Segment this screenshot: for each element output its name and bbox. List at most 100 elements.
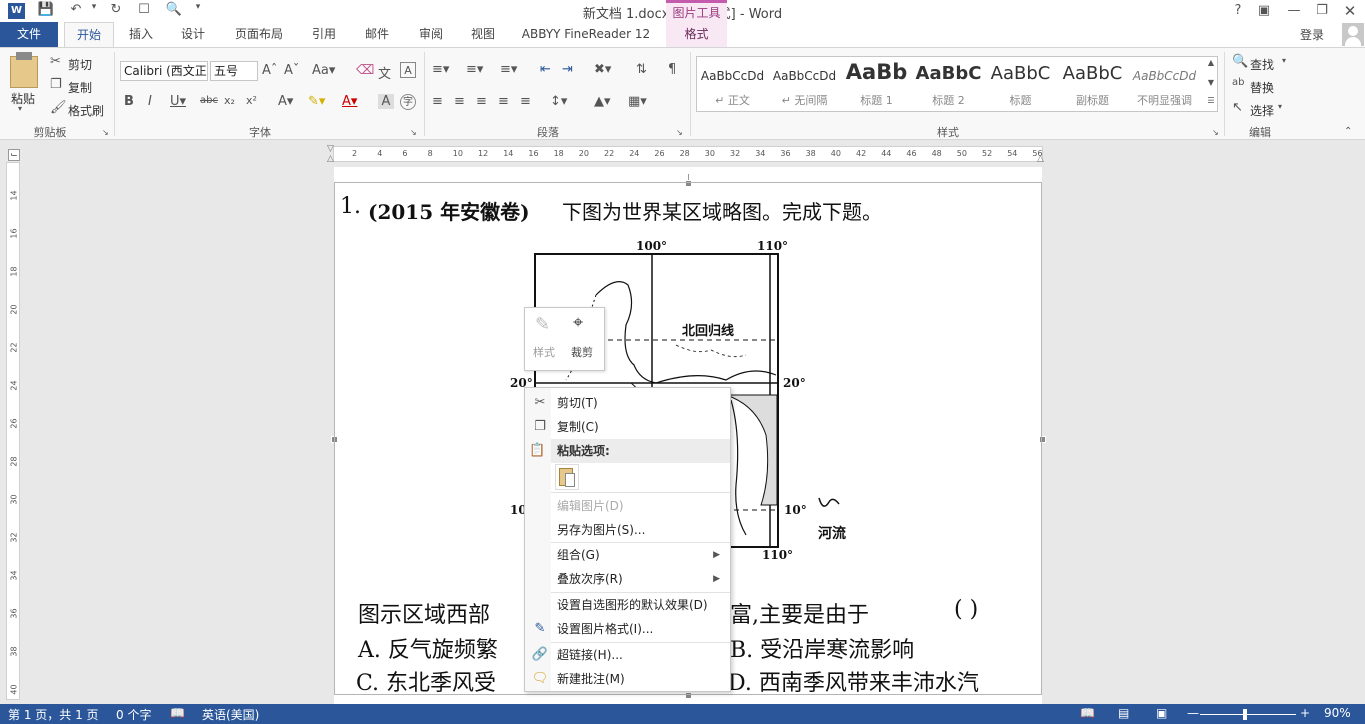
increase-indent-icon[interactable]: ⇥ bbox=[562, 62, 573, 77]
sort-icon[interactable]: ⇅ bbox=[636, 62, 647, 77]
sign-in-link[interactable]: 登录 bbox=[1300, 26, 1324, 43]
tab-view[interactable]: 视图 bbox=[460, 22, 506, 47]
menu-item-save-as-picture[interactable]: 另存为图片(S)... bbox=[525, 518, 730, 542]
find-icon[interactable]: 🔍 bbox=[1232, 54, 1248, 69]
copy-icon[interactable]: ❐ bbox=[50, 77, 62, 92]
align-left-icon[interactable]: ≡ bbox=[432, 94, 443, 109]
select-icon[interactable]: ↖ bbox=[1232, 100, 1243, 115]
highlight-icon[interactable]: ✎▾ bbox=[308, 94, 325, 109]
strikethrough-icon[interactable]: abc bbox=[200, 95, 218, 106]
menu-item-group[interactable]: 组合(G) ▶ bbox=[525, 543, 730, 567]
zoom-slider-thumb[interactable] bbox=[1243, 709, 1248, 720]
bullets-icon[interactable]: ≡▾ bbox=[432, 62, 449, 77]
menu-item-format-picture[interactable]: ✎ 设置图片格式(I)... bbox=[525, 617, 730, 641]
phonetic-guide-icon[interactable]: 文 bbox=[378, 63, 391, 82]
select-dropdown-icon[interactable]: ▾ bbox=[1278, 102, 1282, 111]
distributed-icon[interactable]: ≡ bbox=[520, 94, 531, 109]
cut-icon[interactable]: ✂ bbox=[50, 54, 61, 69]
tab-mailings[interactable]: 邮件 bbox=[354, 22, 400, 47]
collapse-ribbon-icon[interactable]: ⌃ bbox=[1344, 126, 1352, 137]
format-painter-button[interactable]: 格式刷 bbox=[68, 102, 104, 119]
style-no-spacing[interactable]: AaBbCcDd ↵ 无间隔 bbox=[770, 58, 839, 110]
style-subtle-emphasis[interactable]: AaBbCcDd 不明显强调 bbox=[1130, 58, 1199, 110]
first-line-indent-marker[interactable]: ▽ bbox=[327, 144, 334, 154]
style-subtitle[interactable]: AaBbC 副标题 bbox=[1058, 58, 1127, 110]
horizontal-ruler[interactable]: 2 4 6 8 10 12 14 16 18 20 22 24 26 28 30 32 34 36 38 40 42 44… bbox=[333, 146, 1043, 162]
zoom-in-icon[interactable]: + bbox=[1300, 706, 1310, 720]
subscript-icon[interactable]: x₂ bbox=[224, 94, 235, 107]
tab-home[interactable]: 开始 bbox=[64, 22, 114, 47]
multilevel-list-icon[interactable]: ≡▾ bbox=[500, 62, 517, 77]
font-name-select[interactable]: Calibri (西文正 bbox=[120, 61, 208, 81]
word-count[interactable]: 0 个字 bbox=[116, 706, 151, 723]
clear-formatting-icon[interactable]: ⌫ bbox=[356, 63, 374, 78]
style-heading-2[interactable]: AaBbC 标题 2 bbox=[914, 58, 983, 110]
tab-review[interactable]: 审阅 bbox=[408, 22, 454, 47]
line-spacing-icon[interactable]: ↕▾ bbox=[550, 94, 567, 109]
underline-icon[interactable]: U▾ bbox=[170, 94, 186, 109]
print-layout-icon[interactable]: ▤ bbox=[1118, 706, 1129, 720]
justify-icon[interactable]: ≡ bbox=[498, 94, 509, 109]
zoom-out-icon[interactable]: — bbox=[1187, 706, 1199, 720]
tab-references[interactable]: 引用 bbox=[302, 22, 346, 47]
page-count[interactable]: 第 1 页，共 1 页 bbox=[8, 706, 99, 723]
font-color-icon[interactable]: A▾ bbox=[342, 94, 357, 109]
ribbon-display-options-icon[interactable]: ▣ bbox=[1250, 1, 1278, 21]
avatar[interactable] bbox=[1342, 23, 1364, 46]
proofing-icon[interactable]: 📖 bbox=[170, 706, 185, 720]
format-painter-icon[interactable]: 🖌 bbox=[50, 100, 67, 115]
character-border-icon[interactable]: A bbox=[400, 62, 416, 78]
text-effects-icon[interactable]: A▾ bbox=[278, 94, 293, 109]
styles-more-icon[interactable]: ☰ bbox=[1204, 96, 1218, 105]
paste-keep-source-icon[interactable] bbox=[555, 464, 579, 490]
numbering-icon[interactable]: ≡▾ bbox=[466, 62, 483, 77]
character-shading-icon[interactable]: A bbox=[378, 94, 394, 109]
menu-item-hyperlink[interactable]: 🔗 超链接(H)... bbox=[525, 643, 730, 667]
cut-button[interactable]: 剪切 bbox=[68, 56, 92, 73]
show-marks-icon[interactable]: ¶ bbox=[668, 62, 676, 77]
align-right-icon[interactable]: ≡ bbox=[476, 94, 487, 109]
copy-button[interactable]: 复制 bbox=[68, 79, 92, 96]
tab-selector-icon[interactable]: ⌙ bbox=[8, 149, 20, 161]
paste-icon[interactable] bbox=[10, 56, 38, 88]
crop-button[interactable]: 裁剪 bbox=[571, 344, 593, 360]
styles-scroll-down-icon[interactable]: ▼ bbox=[1204, 78, 1218, 87]
italic-icon[interactable]: I bbox=[148, 94, 152, 109]
tab-insert[interactable]: 插入 bbox=[118, 22, 164, 47]
styles-scroll-up-icon[interactable]: ▲ bbox=[1204, 58, 1218, 67]
decrease-indent-icon[interactable]: ⇤ bbox=[540, 62, 551, 77]
menu-item-new-comment[interactable]: 🗨 新建批注(M) bbox=[525, 667, 730, 691]
align-center-icon[interactable]: ≡ bbox=[454, 94, 465, 109]
menu-item-cut[interactable]: ✂ 剪切(T) bbox=[525, 391, 730, 415]
grow-font-icon[interactable]: Aˆ bbox=[262, 63, 277, 78]
tab-page-layout[interactable]: 页面布局 bbox=[226, 22, 292, 47]
restore-button[interactable]: ❐ bbox=[1308, 1, 1336, 21]
right-indent-marker[interactable]: △ bbox=[1037, 154, 1044, 164]
superscript-icon[interactable]: x² bbox=[246, 94, 257, 107]
style-heading-1[interactable]: AaBb 标题 1 bbox=[842, 58, 911, 110]
language-indicator[interactable]: 英语(美国) bbox=[202, 706, 259, 723]
select-button[interactable]: 选择 bbox=[1250, 102, 1274, 119]
tab-design[interactable]: 设计 bbox=[170, 22, 216, 47]
change-case-icon[interactable]: Aa▾ bbox=[312, 63, 335, 78]
bold-icon[interactable]: B bbox=[124, 94, 134, 109]
style-title[interactable]: AaBbC 标题 bbox=[986, 58, 1055, 110]
shrink-font-icon[interactable]: Aˇ bbox=[284, 63, 299, 78]
menu-item-copy[interactable]: ❐ 复制(C) bbox=[525, 415, 730, 439]
help-button[interactable]: ? bbox=[1224, 1, 1252, 21]
crop-icon[interactable]: ⌖ bbox=[573, 312, 583, 333]
tab-file[interactable]: 文件 bbox=[0, 22, 58, 47]
picture-style-button[interactable]: 样式 bbox=[533, 344, 555, 360]
vertical-ruler[interactable]: 14 16 18 20 22 24 26 28 30 32 34 36 38 40 bbox=[6, 162, 20, 700]
tab-format[interactable]: 格式 bbox=[666, 22, 727, 47]
font-size-select[interactable]: 五号 bbox=[210, 61, 258, 81]
shading-icon[interactable]: ▲▾ bbox=[594, 94, 611, 109]
style-normal[interactable]: AaBbCcDd ↵ 正文 bbox=[698, 58, 767, 110]
web-layout-icon[interactable]: ▣ bbox=[1156, 706, 1167, 720]
styles-dialog-launcher-icon[interactable]: ↘ bbox=[1212, 128, 1219, 137]
zoom-level[interactable]: 90% bbox=[1324, 706, 1351, 720]
picture-style-icon[interactable]: ✎ bbox=[535, 314, 550, 335]
left-indent-marker[interactable]: △ bbox=[327, 154, 334, 164]
paste-button[interactable]: 粘贴 bbox=[11, 90, 35, 107]
paragraph-dialog-launcher-icon[interactable]: ↘ bbox=[676, 128, 683, 137]
